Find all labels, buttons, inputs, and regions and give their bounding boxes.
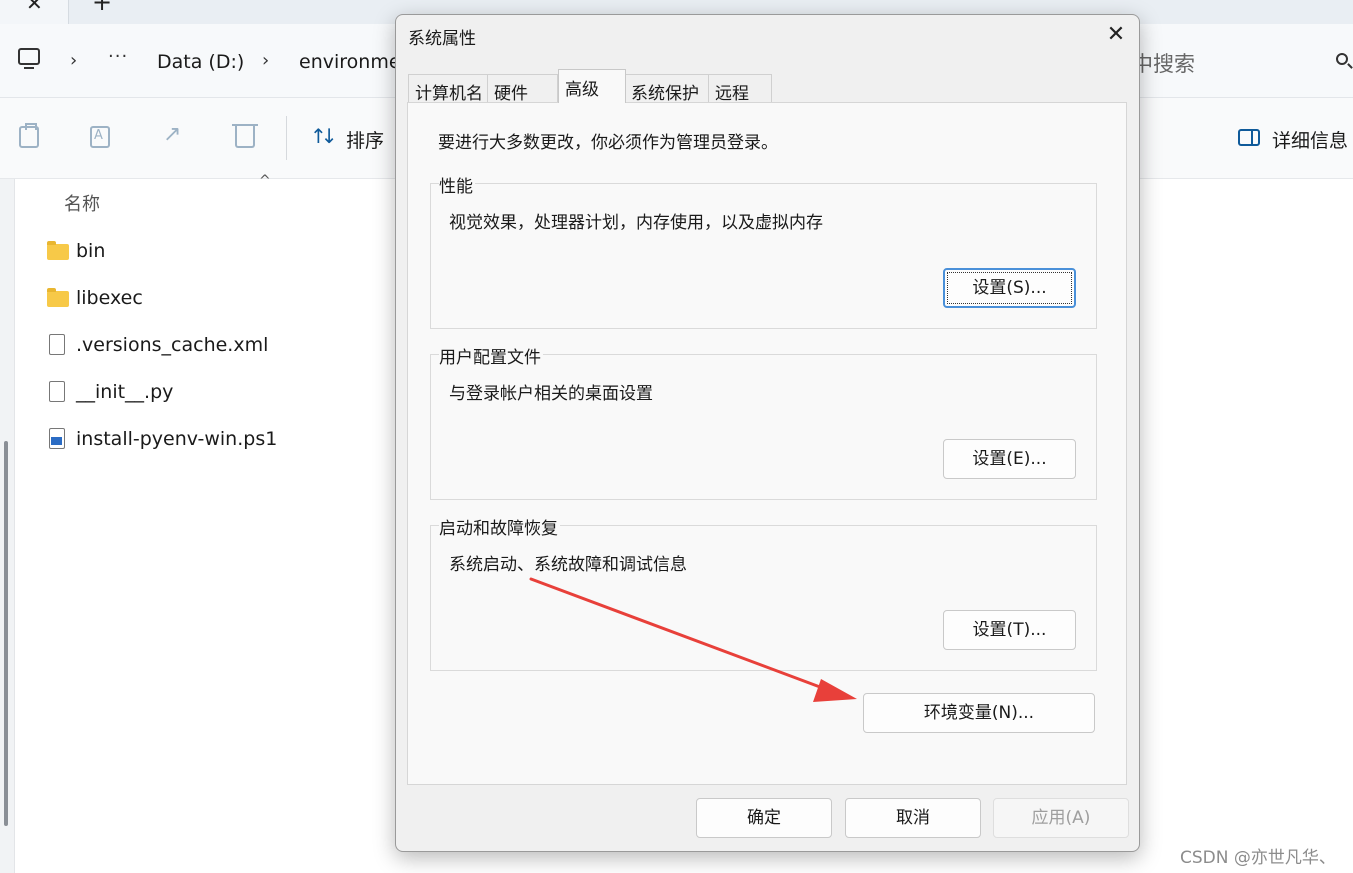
group-title: 启动和故障恢复 [439, 514, 560, 539]
powershell-script-icon [49, 428, 65, 449]
admin-notice: 要进行大多数更改，你必须作为管理员登录。 [438, 133, 778, 153]
delete-icon[interactable] [232, 124, 258, 148]
system-properties-dialog: 系统属性 ✕ 计算机名 硬件 高级 系统保护 远程 要进行大多数更改，你必须作为… [395, 14, 1140, 852]
dialog-title: 系统属性 [408, 29, 476, 49]
close-icon[interactable]: ✕ [1102, 21, 1130, 49]
performance-group: 性能 视觉效果，处理器计划，内存使用，以及虚拟内存 设置(S)... [430, 172, 1097, 329]
file-row[interactable]: __init__.py [46, 379, 346, 409]
user-profiles-settings-button[interactable]: 设置(E)... [943, 439, 1076, 479]
file-icon [49, 334, 65, 355]
ok-button[interactable]: 确定 [696, 798, 832, 838]
group-title: 性能 [439, 172, 475, 197]
performance-settings-button[interactable]: 设置(S)... [943, 268, 1076, 308]
tab-advanced[interactable]: 高级 [558, 69, 626, 103]
advanced-tab-pane: 要进行大多数更改，你必须作为管理员登录。 性能 视觉效果，处理器计划，内存使用，… [407, 102, 1127, 785]
explorer-current-tab[interactable]: ✕ [0, 0, 69, 24]
folder-icon [47, 288, 69, 307]
paste-icon[interactable] [19, 123, 39, 148]
breadcrumb-folder[interactable]: environme [299, 51, 401, 73]
tab-remote[interactable]: 远程 [708, 74, 772, 104]
group-description: 与登录帐户相关的桌面设置 [449, 384, 653, 404]
this-pc-icon[interactable] [18, 48, 40, 69]
details-pane-icon[interactable] [1238, 129, 1260, 146]
search-icon[interactable] [1336, 53, 1348, 65]
column-sort-icon[interactable]: ^ [259, 173, 271, 189]
breadcrumb-drive[interactable]: Data (D:) [157, 51, 244, 73]
apply-button[interactable]: 应用(A) [993, 798, 1129, 838]
navigation-pane-edge [0, 179, 15, 873]
breadcrumb-more-button[interactable]: ··· [108, 46, 128, 67]
file-icon [49, 381, 65, 402]
startup-recovery-settings-button[interactable]: 设置(T)... [943, 610, 1076, 650]
file-row[interactable]: libexec [46, 285, 346, 315]
file-row[interactable]: bin [46, 238, 346, 268]
tab-hardware[interactable]: 硬件 [487, 74, 558, 104]
environment-variables-button[interactable]: 环境变量(N)... [863, 693, 1095, 733]
file-name: bin [76, 240, 106, 262]
file-name: .versions_cache.xml [76, 334, 269, 356]
details-button[interactable]: 详细信息 [1272, 126, 1348, 153]
file-name: libexec [76, 287, 143, 309]
breadcrumb-separator-icon[interactable]: › [70, 50, 77, 71]
tab-computer-name[interactable]: 计算机名 [408, 74, 488, 104]
watermark: CSDN @亦世凡华、 [1180, 848, 1336, 868]
group-description: 系统启动、系统故障和调试信息 [449, 555, 687, 575]
search-input[interactable]: 中搜索 [1132, 48, 1195, 78]
group-title: 用户配置文件 [439, 343, 543, 368]
new-tab-icon[interactable]: + [92, 0, 112, 16]
user-profiles-group: 用户配置文件 与登录帐户相关的桌面设置 设置(E)... [430, 343, 1097, 500]
share-icon[interactable] [163, 122, 183, 148]
rename-icon[interactable] [90, 126, 110, 148]
startup-recovery-group: 启动和故障恢复 系统启动、系统故障和调试信息 设置(T)... [430, 514, 1097, 671]
sort-icon[interactable]: ↑↓ [310, 124, 337, 148]
tab-close-icon[interactable]: ✕ [26, 0, 43, 15]
toolbar-divider [286, 116, 287, 160]
folder-icon [47, 241, 69, 260]
file-name: __init__.py [76, 381, 174, 403]
file-name: install-pyenv-win.ps1 [76, 428, 278, 450]
scrollbar-thumb[interactable] [4, 441, 8, 826]
sort-button[interactable]: 排序 [346, 126, 384, 153]
file-row[interactable]: .versions_cache.xml [46, 332, 346, 362]
tab-system-protection[interactable]: 系统保护 [624, 74, 709, 104]
group-description: 视觉效果，处理器计划，内存使用，以及虚拟内存 [449, 213, 823, 233]
cancel-button[interactable]: 取消 [845, 798, 981, 838]
column-header-name[interactable]: 名称 [64, 190, 100, 216]
breadcrumb-separator-icon[interactable]: › [262, 50, 269, 71]
file-row[interactable]: install-pyenv-win.ps1 [46, 426, 346, 456]
